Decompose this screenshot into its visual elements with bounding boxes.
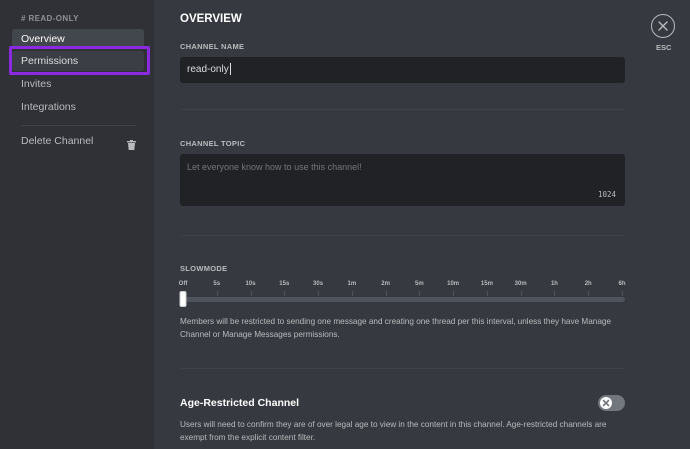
slider-tick-label[interactable]: 10s (246, 281, 256, 287)
slider-tick-mark (554, 291, 556, 296)
age-restricted-toggle[interactable] (598, 395, 625, 411)
slider-tick-label[interactable]: 5m (415, 281, 424, 287)
sidebar-item-invites[interactable]: Invites (12, 74, 144, 94)
slider-tick-mark (588, 291, 590, 296)
channel-topic-placeholder: Let everyone know how to use this channe… (187, 162, 362, 172)
section-divider (180, 368, 625, 369)
slider-tick-mark (250, 291, 252, 296)
text-caret (229, 63, 231, 76)
slowmode-label: SLOWMODE (180, 264, 228, 273)
slider-tick-label[interactable]: 2h (585, 281, 592, 287)
close-button[interactable] (651, 14, 675, 38)
slider-tick-label[interactable]: 10m (447, 281, 459, 287)
sidebar-item-delete-channel[interactable]: Delete Channel (12, 131, 144, 151)
channel-topic-label: CHANNEL TOPIC (180, 139, 246, 148)
slider-handle[interactable] (179, 291, 187, 307)
sidebar-item-permissions[interactable]: Permissions (12, 51, 144, 71)
overview-panel: OVERVIEW CHANNEL NAME read-only CHANNEL … (154, 0, 690, 449)
channel-name-input[interactable]: read-only (180, 57, 625, 83)
slowmode-description: Members will be restricted to sending on… (180, 317, 611, 339)
slider-tick-label[interactable]: 15m (481, 281, 493, 287)
slider-tick-mark (453, 291, 455, 296)
slider-tick-mark (216, 291, 218, 296)
section-divider (180, 235, 625, 236)
sidebar-item-overview[interactable]: Overview (12, 29, 144, 49)
slider-tick-mark (486, 291, 488, 296)
slider-tick-mark (520, 291, 522, 296)
sidebar-item-integrations[interactable]: Integrations (12, 97, 144, 117)
slider-tick-label[interactable]: 6h (618, 281, 625, 287)
slider-tick-mark (284, 291, 286, 296)
slider-tick-label[interactable]: 15s (279, 281, 289, 287)
slider-tick-label[interactable]: 2m (381, 281, 390, 287)
slider-tick-mark (622, 291, 623, 296)
settings-sidebar: # READ-ONLY Overview Permissions Invites… (0, 0, 154, 449)
channel-name-label: CHANNEL NAME (180, 42, 245, 51)
slowmode-slider[interactable]: Off 5s 10s 15s 30s 1m 2m 5m 10m 15m 30m 1h 2h 6h (179, 281, 626, 309)
slider-tick-label[interactable]: 1h (551, 281, 558, 287)
char-count: 1024 (597, 190, 616, 199)
trash-icon[interactable] (127, 137, 136, 150)
channel-topic-input[interactable]: Let everyone know how to use this channe… (180, 154, 625, 206)
slider-tick-mark (351, 291, 353, 296)
channel-name-value: read-only (187, 64, 229, 75)
channel-header: # READ-ONLY (21, 14, 79, 23)
close-icon (658, 21, 668, 31)
slider-tick-label[interactable]: 5s (213, 281, 220, 287)
sidebar-divider (21, 125, 136, 126)
slider-tick-mark (318, 291, 320, 296)
age-restricted-description: Users will need to confirm they are of o… (180, 420, 607, 442)
slider-track (180, 297, 625, 302)
slider-tick-label[interactable]: 30m (515, 281, 527, 287)
x-icon (602, 399, 610, 407)
slider-tick-mark (385, 291, 387, 296)
age-restricted-title: Age-Restricted Channel (180, 397, 300, 409)
slider-tick-mark (419, 291, 421, 296)
section-divider (180, 109, 625, 110)
slider-tick-label[interactable]: Off (179, 281, 188, 287)
toggle-knob (600, 397, 612, 409)
page-title: OVERVIEW (180, 13, 242, 25)
slider-tick-label[interactable]: 1m (348, 281, 357, 287)
slider-tick-label[interactable]: 30s (313, 281, 323, 287)
esc-label: ESC (656, 43, 672, 52)
